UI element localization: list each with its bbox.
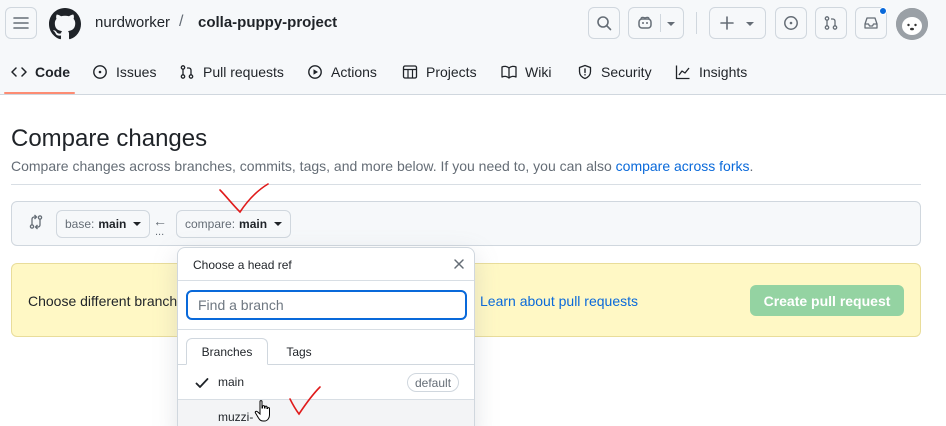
compare-label: compare: — [185, 217, 236, 231]
header-divider — [696, 12, 697, 34]
tab-wiki[interactable]: Wiki — [501, 60, 551, 84]
close-icon[interactable] — [453, 257, 465, 273]
chevron-down-icon — [667, 22, 675, 26]
flash-text: Choose different branch — [28, 293, 178, 309]
tab-label: Insights — [699, 64, 748, 80]
menu-button[interactable] — [5, 7, 37, 39]
tab-issues[interactable]: Issues — [92, 60, 156, 84]
breadcrumb-separator: / — [179, 13, 184, 30]
pull-requests-button[interactable] — [815, 7, 847, 39]
tab-label: Pull requests — [203, 64, 284, 80]
pull-request-icon — [824, 16, 838, 30]
base-branch-button[interactable]: base: main — [56, 210, 151, 238]
tab-branches[interactable]: Branches — [186, 338, 268, 365]
github-logo[interactable] — [49, 8, 81, 43]
tab-label: Projects — [426, 64, 477, 80]
tab-actions[interactable]: Actions — [307, 60, 377, 84]
tab-pull-requests[interactable]: Pull requests — [179, 60, 284, 84]
default-badge: default — [407, 373, 460, 392]
issue-icon — [93, 65, 107, 79]
head-ref-dropdown: Choose a head ref Branches Tags main def… — [177, 247, 475, 426]
copilot-icon — [638, 16, 652, 29]
compare-branch-button[interactable]: compare: main — [176, 210, 292, 238]
breadcrumb-repo[interactable]: colla-puppy-project — [198, 14, 337, 31]
plus-icon — [720, 16, 734, 30]
branch-name: main — [218, 375, 245, 389]
divider — [11, 184, 921, 185]
find-branch-input[interactable] — [186, 290, 467, 320]
chevron-down-icon — [746, 22, 754, 26]
graph-icon — [675, 65, 690, 80]
shield-icon — [578, 64, 592, 80]
caret-down-icon — [133, 222, 142, 226]
avatar-icon — [896, 8, 928, 40]
notification-dot — [879, 7, 887, 15]
issue-icon — [784, 16, 798, 30]
branch-name: muzzi- — [218, 409, 254, 424]
github-logo-icon — [49, 8, 81, 40]
tab-tags[interactable]: Tags — [274, 338, 324, 365]
create-pull-request-button[interactable]: Create pull request — [750, 285, 904, 316]
copilot-button[interactable] — [628, 7, 684, 39]
table-icon — [402, 65, 418, 79]
caret-down-icon — [274, 222, 283, 226]
tab-label: Wiki — [525, 64, 552, 80]
compare-arrows-icon — [28, 214, 44, 233]
inbox-icon — [864, 17, 878, 29]
subtitle-text: Compare changes across branches, commits… — [11, 158, 616, 174]
range-dots[interactable]: ... — [155, 226, 164, 238]
tab-label: Actions — [331, 64, 377, 80]
search-button[interactable] — [588, 7, 620, 39]
tab-insights[interactable]: Insights — [675, 60, 747, 84]
pull-request-icon — [180, 65, 194, 79]
page-subtitle: Compare changes across branches, commits… — [11, 158, 753, 174]
divider — [178, 329, 474, 330]
issues-button[interactable] — [775, 7, 807, 39]
divider — [178, 280, 474, 281]
tab-security[interactable]: Security — [577, 60, 652, 84]
compare-across-forks-link[interactable]: compare across forks — [616, 158, 750, 174]
tab-code[interactable]: Code — [11, 60, 70, 84]
subtitle-end: . — [749, 158, 754, 174]
branch-item-muzzi[interactable]: muzzi- — [178, 399, 474, 426]
book-icon — [501, 65, 517, 79]
base-label: base: — [65, 217, 95, 231]
base-value: main — [98, 217, 127, 231]
dropdown-title: Choose a head ref — [193, 258, 292, 272]
tab-projects[interactable]: Projects — [402, 60, 477, 84]
play-icon — [308, 65, 322, 79]
code-icon — [11, 67, 27, 77]
page-title: Compare changes — [11, 125, 208, 152]
breadcrumb-owner[interactable]: nurdworker — [95, 14, 170, 31]
tab-selected-indicator — [4, 92, 75, 94]
tab-label: Security — [601, 64, 652, 80]
compare-value: main — [239, 217, 268, 231]
hamburger-icon — [13, 17, 29, 29]
avatar[interactable] — [896, 8, 928, 40]
tab-label: Code — [35, 64, 70, 80]
create-new-button[interactable] — [709, 7, 766, 39]
tab-label: Issues — [116, 64, 157, 80]
learn-pull-requests-link[interactable]: Learn about pull requests — [480, 293, 638, 309]
search-icon — [597, 16, 612, 31]
check-icon — [195, 376, 209, 392]
